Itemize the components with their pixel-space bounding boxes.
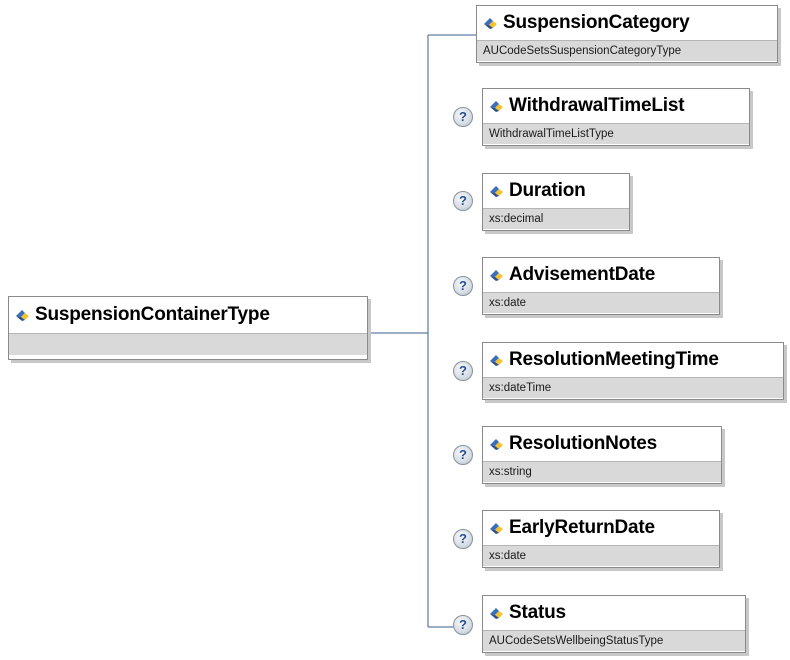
element-diamond-icon xyxy=(484,17,497,29)
element-diamond-icon xyxy=(490,522,503,534)
element-type: AUCodeSetsSuspensionCategoryType xyxy=(477,40,777,61)
element-name: Status xyxy=(509,602,566,623)
element-diamond-icon xyxy=(490,354,503,366)
element-type: AUCodeSetsWellbeingStatusType xyxy=(483,630,745,651)
root-node-header: SuspensionContainerType xyxy=(9,297,367,333)
element-node-suspension-category[interactable]: SuspensionCategory AUCodeSetsSuspensionC… xyxy=(476,5,778,63)
optional-question-icon: ? xyxy=(453,361,473,381)
element-node-resolution-meeting-time[interactable]: ResolutionMeetingTime xs:dateTime xyxy=(482,342,784,400)
element-type: xs:decimal xyxy=(483,208,629,229)
optional-question-icon: ? xyxy=(453,615,473,635)
element-type: xs:date xyxy=(483,545,719,566)
optional-question-icon: ? xyxy=(453,191,473,211)
element-type: WithdrawalTimeListType xyxy=(483,123,749,144)
optional-question-icon: ? xyxy=(453,276,473,296)
element-name: ResolutionMeetingTime xyxy=(509,349,719,370)
element-node-resolution-notes[interactable]: ResolutionNotes xs:string xyxy=(482,426,722,484)
element-node-header: SuspensionCategory xyxy=(477,6,777,40)
element-node-duration[interactable]: Duration xs:decimal xyxy=(482,173,630,231)
element-node-header: EarlyReturnDate xyxy=(483,511,719,545)
element-diamond-icon xyxy=(16,309,29,321)
element-node-header: AdvisementDate xyxy=(483,258,719,292)
element-node-header: WithdrawalTimeList xyxy=(483,89,749,123)
element-node-header: Duration xyxy=(483,174,629,208)
element-node-header: ResolutionNotes xyxy=(483,427,721,461)
element-type: xs:date xyxy=(483,292,719,313)
element-diamond-icon xyxy=(490,438,503,450)
element-node-header: ResolutionMeetingTime xyxy=(483,343,783,377)
element-name: WithdrawalTimeList xyxy=(509,95,685,116)
element-type: xs:string xyxy=(483,461,721,482)
root-node-type xyxy=(9,333,367,355)
optional-question-icon: ? xyxy=(453,529,473,549)
element-node-early-return-date[interactable]: EarlyReturnDate xs:date xyxy=(482,510,720,568)
optional-question-icon: ? xyxy=(453,445,473,465)
element-node-withdrawal-time-list[interactable]: WithdrawalTimeList WithdrawalTimeListTyp… xyxy=(482,88,750,146)
root-node[interactable]: SuspensionContainerType xyxy=(8,296,368,360)
element-name: Duration xyxy=(509,180,586,201)
element-node-status[interactable]: Status AUCodeSetsWellbeingStatusType xyxy=(482,595,746,653)
element-name: ResolutionNotes xyxy=(509,433,657,454)
element-name: EarlyReturnDate xyxy=(509,517,655,538)
element-diamond-icon xyxy=(490,100,503,112)
element-name: SuspensionCategory xyxy=(503,12,690,33)
element-diamond-icon xyxy=(490,185,503,197)
optional-question-icon: ? xyxy=(453,107,473,127)
element-node-advisement-date[interactable]: AdvisementDate xs:date xyxy=(482,257,720,315)
root-node-name: SuspensionContainerType xyxy=(35,304,270,325)
element-type: xs:dateTime xyxy=(483,377,783,398)
element-node-header: Status xyxy=(483,596,745,630)
element-diamond-icon xyxy=(490,269,503,281)
element-name: AdvisementDate xyxy=(509,264,656,285)
element-diamond-icon xyxy=(490,607,503,619)
